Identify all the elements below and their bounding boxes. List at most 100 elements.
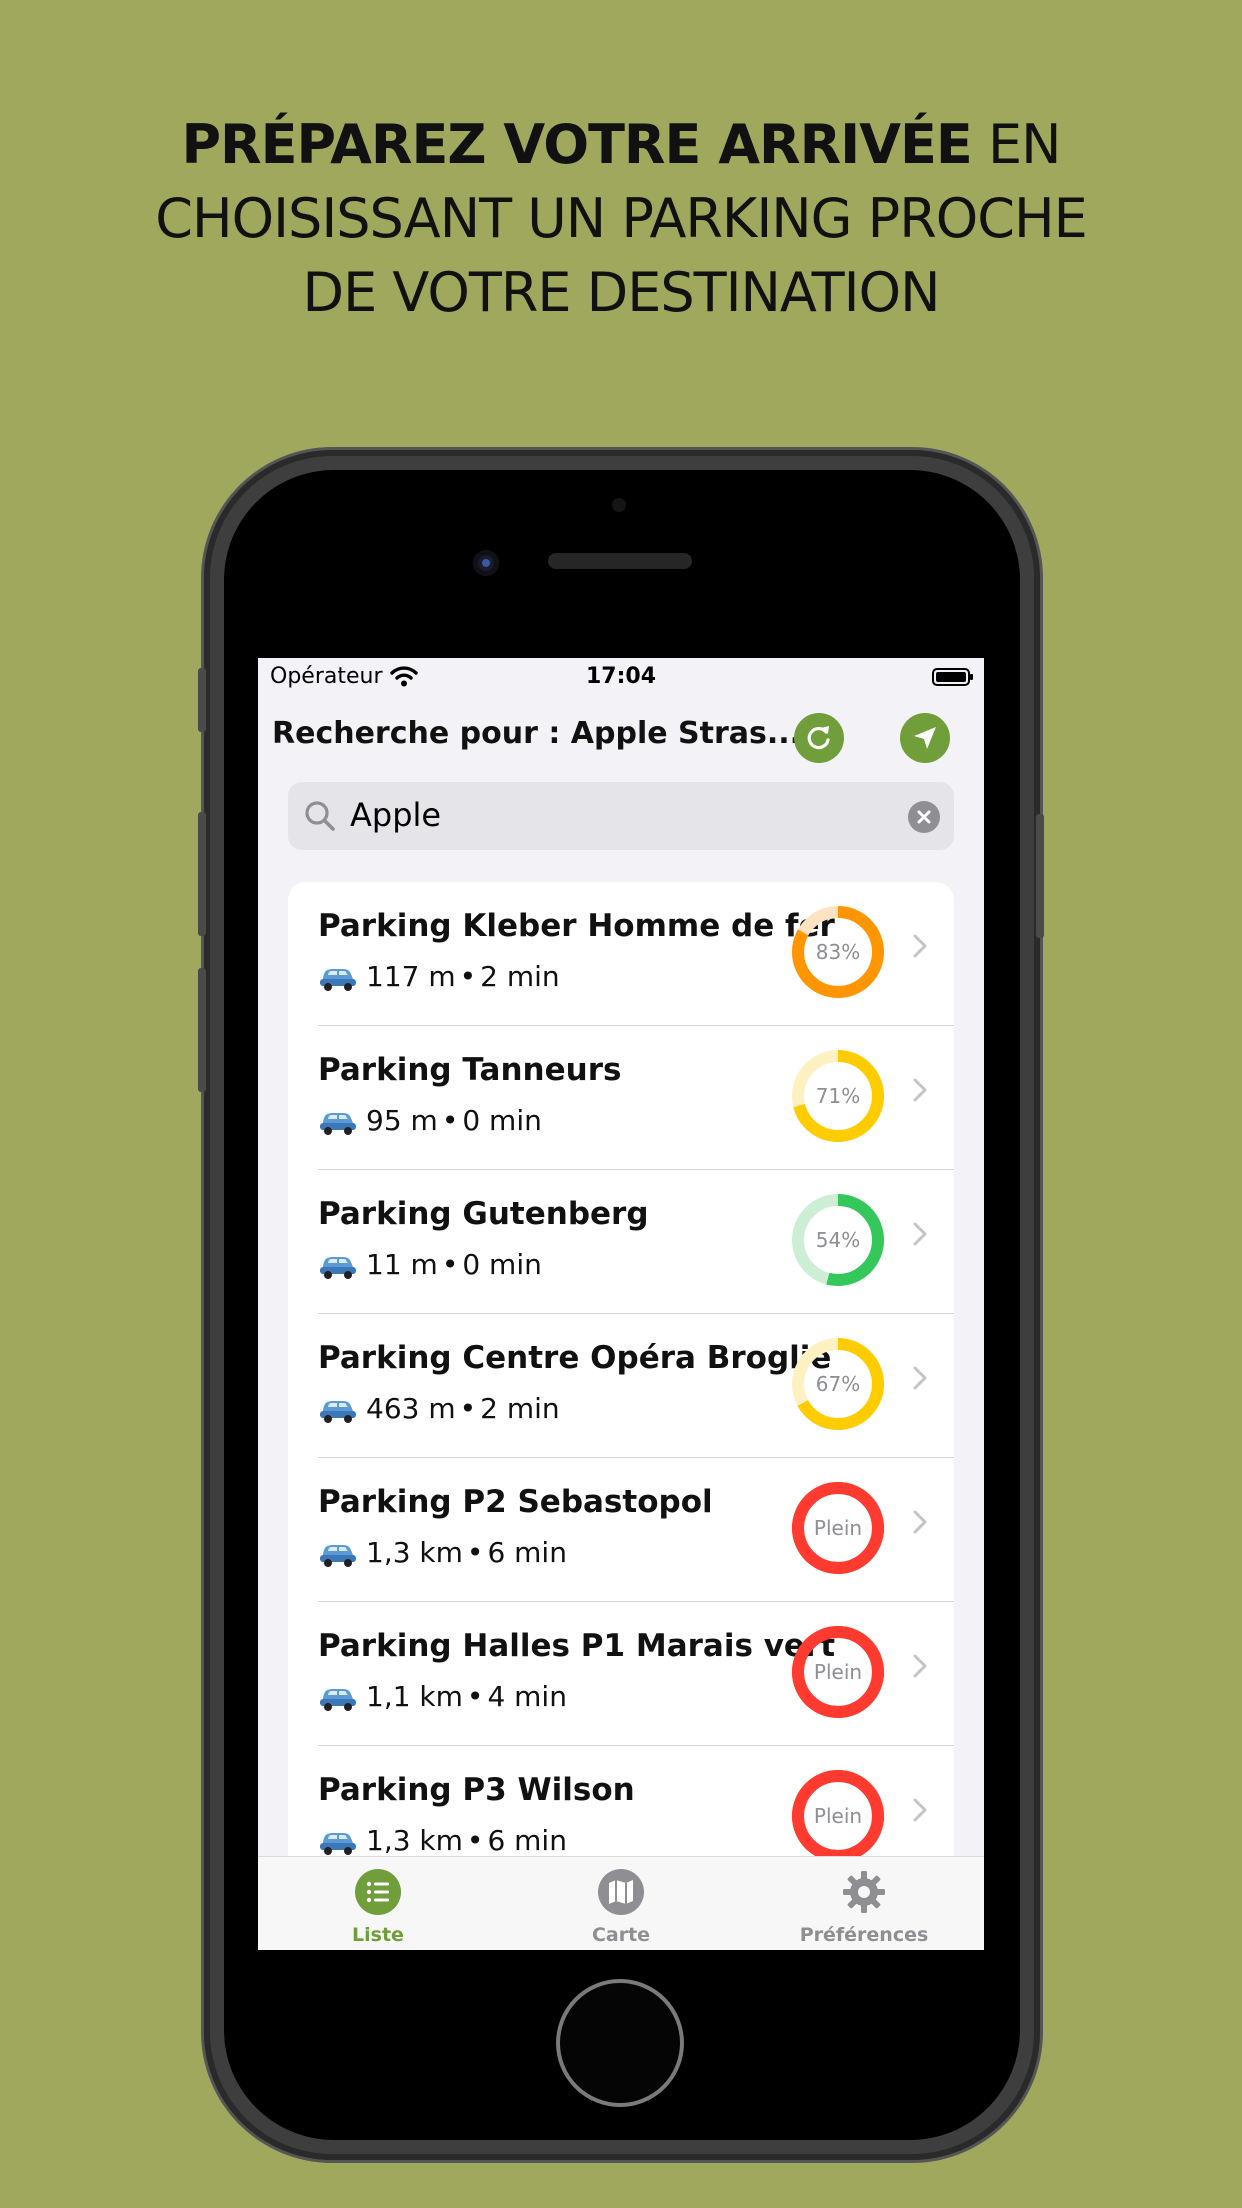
headline-bold: PRÉPAREZ VOTRE ARRIVÉE bbox=[181, 113, 972, 176]
parking-drive-time: 2 min bbox=[480, 1392, 560, 1425]
occupancy-label: 54% bbox=[815, 1228, 861, 1252]
occupancy-label: 83% bbox=[815, 940, 861, 964]
headline: PRÉPAREZ VOTRE ARRIVÉE EN CHOISISSANT UN… bbox=[0, 108, 1242, 330]
parking-name: Parking Kleber Homme de fer bbox=[318, 908, 835, 944]
parking-drive-time: 0 min bbox=[462, 1104, 542, 1137]
car-icon bbox=[320, 1688, 356, 1711]
parking-distance-line: 1,3 km • 6 min bbox=[318, 1536, 567, 1569]
parking-row[interactable]: Parking Gutenberg 11 m • 0 min 54% bbox=[288, 1170, 954, 1314]
parking-distance: 1,3 km bbox=[366, 1824, 463, 1857]
tab-label: Carte bbox=[591, 1924, 651, 1946]
occupancy-label: Plein bbox=[813, 1660, 863, 1684]
parking-drive-time: 6 min bbox=[487, 1824, 567, 1857]
chevron-right-icon bbox=[913, 1222, 927, 1246]
car-icon bbox=[320, 1112, 356, 1135]
parking-row[interactable]: Parking Centre Opéra Broglie 463 m • 2 mi… bbox=[288, 1314, 954, 1458]
home-button[interactable] bbox=[556, 1979, 684, 2107]
occupancy-label: Plein bbox=[813, 1804, 863, 1828]
parking-name: Parking Tanneurs bbox=[318, 1052, 622, 1088]
car-icon bbox=[320, 1400, 356, 1423]
volume-down-button bbox=[198, 968, 206, 1092]
separator-dot: • bbox=[466, 1680, 484, 1713]
parking-distance-line: 117 m • 2 min bbox=[318, 960, 560, 993]
occupancy-label: Plein bbox=[813, 1516, 863, 1540]
location-arrow-icon bbox=[914, 727, 936, 749]
headline-line1-rest: EN bbox=[971, 113, 1062, 176]
separator-dot: • bbox=[466, 1824, 484, 1857]
car-icon bbox=[320, 1544, 356, 1567]
separator-dot: • bbox=[459, 1392, 477, 1425]
map-icon bbox=[598, 1869, 644, 1915]
tab-list[interactable]: Liste bbox=[298, 1869, 458, 1946]
volume-up-button bbox=[198, 812, 206, 936]
clear-search-button[interactable] bbox=[908, 801, 940, 833]
separator-dot: • bbox=[466, 1536, 484, 1569]
clock: 17:04 bbox=[585, 664, 657, 689]
parking-distance-line: 11 m • 0 min bbox=[318, 1248, 542, 1281]
parking-distance-line: 1,3 km • 6 min bbox=[318, 1824, 567, 1857]
parking-distance: 95 m bbox=[366, 1104, 438, 1137]
parking-name: Parking P3 Wilson bbox=[318, 1772, 635, 1808]
parking-drive-time: 0 min bbox=[462, 1248, 542, 1281]
separator-dot: • bbox=[441, 1248, 459, 1281]
search-input[interactable]: Apple bbox=[350, 796, 441, 834]
tab-label: Préférences bbox=[799, 1924, 929, 1946]
parking-distance: 117 m bbox=[366, 960, 456, 993]
power-button bbox=[1036, 814, 1044, 938]
parking-row[interactable]: Parking Tanneurs 95 m • 0 min 71% bbox=[288, 1026, 954, 1170]
search-icon bbox=[305, 801, 335, 831]
chevron-right-icon bbox=[913, 1510, 927, 1534]
car-icon bbox=[320, 1832, 356, 1855]
gear-icon bbox=[843, 1871, 885, 1913]
headline-line3: DE VOTRE DESTINATION bbox=[302, 261, 941, 324]
tab-gear[interactable]: Préférences bbox=[784, 1869, 944, 1946]
chevron-right-icon bbox=[913, 1078, 927, 1102]
chevron-right-icon bbox=[913, 1366, 927, 1390]
headline-line2: CHOISISSANT UN PARKING PROCHE bbox=[155, 187, 1087, 250]
tab-bar: Liste Carte Préférences bbox=[258, 1856, 984, 1950]
close-icon bbox=[917, 810, 931, 824]
proximity-sensor bbox=[612, 498, 626, 512]
parking-distance: 1,3 km bbox=[366, 1536, 463, 1569]
search-bar[interactable]: Apple bbox=[288, 782, 954, 850]
parking-name: Parking Gutenberg bbox=[318, 1196, 649, 1232]
occupancy-label: 67% bbox=[815, 1372, 861, 1396]
car-icon bbox=[320, 968, 356, 991]
app-screen: Opérateur 17:04 Recherche pour : Apple S… bbox=[258, 658, 984, 1950]
chevron-right-icon bbox=[913, 934, 927, 958]
parking-row[interactable]: Parking P2 Sebastopol 1,3 km • 6 min Plein bbox=[288, 1458, 954, 1602]
separator-dot: • bbox=[441, 1104, 459, 1137]
parking-distance-line: 1,1 km • 4 min bbox=[318, 1680, 567, 1713]
occupancy-label: 71% bbox=[815, 1084, 861, 1108]
parking-row[interactable]: Parking Kleber Homme de fer 117 m • 2 min… bbox=[288, 882, 954, 1026]
status-bar: Opérateur 17:04 bbox=[258, 658, 984, 698]
battery-icon bbox=[932, 668, 973, 686]
chevron-right-icon bbox=[913, 1654, 927, 1678]
tab-map[interactable]: Carte bbox=[541, 1869, 701, 1946]
front-camera bbox=[473, 550, 499, 576]
parking-distance: 11 m bbox=[366, 1248, 438, 1281]
car-icon bbox=[320, 1256, 356, 1279]
list-icon bbox=[355, 1869, 401, 1915]
page-title: Recherche pour : Apple Stras... bbox=[272, 716, 802, 751]
parking-distance-line: 463 m • 2 min bbox=[318, 1392, 560, 1425]
parking-name: Parking Halles P1 Marais vert bbox=[318, 1628, 836, 1664]
parking-name: Parking Centre Opéra Broglie bbox=[318, 1340, 832, 1376]
refresh-icon bbox=[807, 726, 830, 750]
parking-drive-time: 2 min bbox=[480, 960, 560, 993]
parking-distance-line: 95 m • 0 min bbox=[318, 1104, 542, 1137]
locate-button[interactable] bbox=[900, 713, 950, 763]
chevron-right-icon bbox=[913, 1798, 927, 1822]
parking-distance: 463 m bbox=[366, 1392, 456, 1425]
silent-switch bbox=[198, 668, 206, 732]
parking-drive-time: 4 min bbox=[487, 1680, 567, 1713]
refresh-button[interactable] bbox=[794, 713, 844, 763]
parking-name: Parking P2 Sebastopol bbox=[318, 1484, 713, 1520]
parking-list: Parking Kleber Homme de fer 117 m • 2 min… bbox=[288, 882, 954, 1882]
earpiece-speaker bbox=[548, 553, 692, 569]
parking-drive-time: 6 min bbox=[487, 1536, 567, 1569]
tab-label: Liste bbox=[352, 1924, 404, 1946]
parking-distance: 1,1 km bbox=[366, 1680, 463, 1713]
parking-row[interactable]: Parking Halles P1 Marais vert 1,1 km • 4 … bbox=[288, 1602, 954, 1746]
separator-dot: • bbox=[459, 960, 477, 993]
